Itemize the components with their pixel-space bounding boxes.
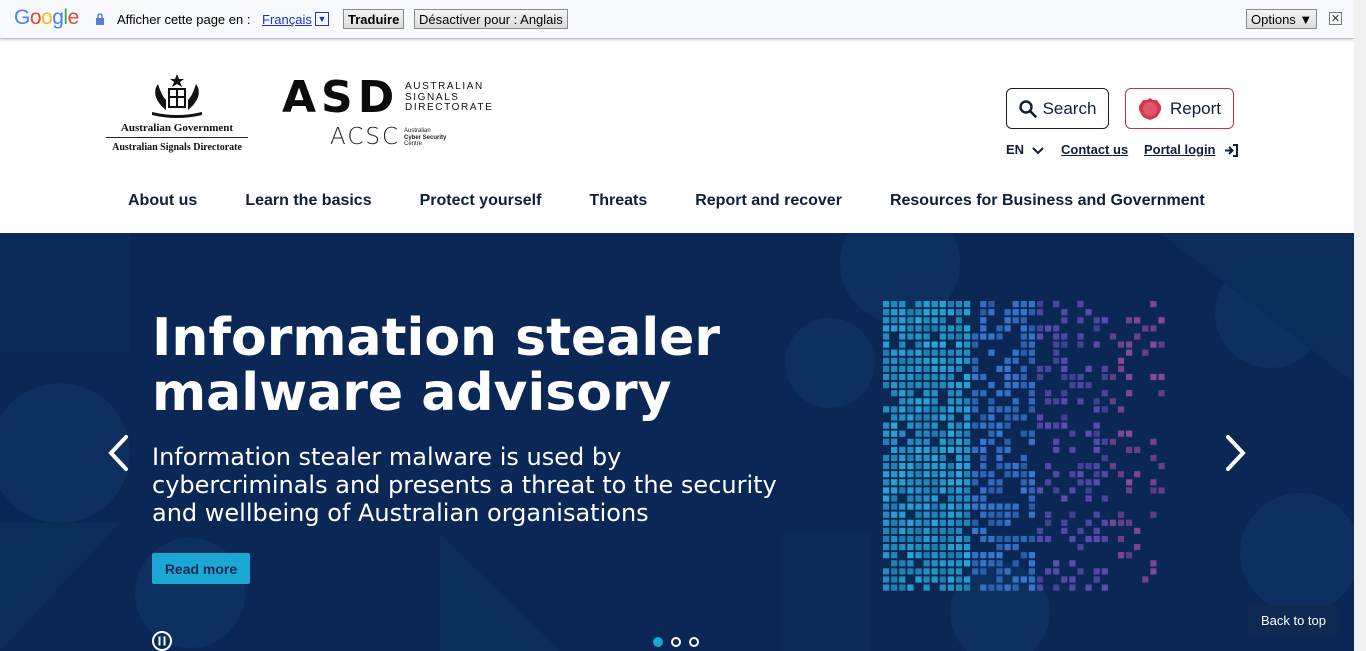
lock-icon xyxy=(96,13,104,25)
gov-divider xyxy=(106,137,248,138)
hero-background-pattern xyxy=(0,233,1354,651)
carousel-dots xyxy=(653,637,699,647)
hero-subtitle: Information stealer malware is used by c… xyxy=(152,443,777,527)
acsc-subtitle: Australian Cyber Security Centre xyxy=(404,128,447,147)
carousel-dot-1[interactable] xyxy=(653,637,663,647)
report-badge-icon xyxy=(1138,97,1161,120)
search-button[interactable]: Search xyxy=(1006,88,1109,129)
report-button[interactable]: Report xyxy=(1125,88,1234,129)
nav-item-about-us[interactable]: About us xyxy=(128,192,197,210)
chevron-right-icon[interactable] xyxy=(1224,433,1248,473)
language-dropdown-icon[interactable]: ▼ xyxy=(315,12,329,26)
acsc-logo[interactable]: ACSC xyxy=(330,124,400,150)
nav-item-protect-yourself[interactable]: Protect yourself xyxy=(420,192,542,210)
asd-logo[interactable]: ASD xyxy=(282,76,399,120)
chevron-down-icon xyxy=(1031,146,1044,154)
language-switcher[interactable]: EN xyxy=(1006,142,1044,157)
nav-item-learn-basics[interactable]: Learn the basics xyxy=(245,192,371,210)
hero-title: Information stealer malware advisory xyxy=(152,308,721,423)
pause-icon xyxy=(158,636,166,646)
google-logo: Google xyxy=(14,6,79,29)
chevron-left-icon[interactable] xyxy=(106,433,130,473)
disable-translate-button[interactable]: Désactiver pour : Anglais xyxy=(414,9,568,29)
pause-button[interactable] xyxy=(152,631,172,651)
gov-name: Australian Government xyxy=(120,122,234,134)
scrollbar[interactable] xyxy=(1354,0,1366,651)
carousel-dot-2[interactable] xyxy=(671,637,681,647)
contact-us-link[interactable]: Contact us xyxy=(1061,142,1128,157)
main-nav: About us Learn the basics Protect yourse… xyxy=(128,192,1253,210)
translate-bar: Google Afficher cette page en : Français… xyxy=(0,0,1354,39)
asd-subtitle: AUSTRALIAN SIGNALS DIRECTORATE xyxy=(405,81,494,113)
close-icon[interactable]: ✕ xyxy=(1329,12,1342,25)
translate-button[interactable]: Traduire xyxy=(343,9,405,29)
carousel-dot-3[interactable] xyxy=(689,637,699,647)
language-select[interactable]: Français xyxy=(262,12,312,27)
report-label: Report xyxy=(1169,98,1222,118)
translate-prompt: Afficher cette page en : xyxy=(117,12,251,27)
portal-login-link[interactable]: Portal login xyxy=(1144,142,1239,158)
nav-item-report-recover[interactable]: Report and recover xyxy=(695,192,842,210)
nav-item-resources[interactable]: Resources for Business and Government xyxy=(890,192,1205,210)
nav-item-threats[interactable]: Threats xyxy=(589,192,647,210)
coat-of-arms-icon xyxy=(152,74,202,118)
login-icon xyxy=(1225,144,1239,158)
search-label: Search xyxy=(1042,98,1097,118)
back-to-top-button[interactable]: Back to top xyxy=(1247,605,1340,635)
gov-department: Australian Signals Directorate xyxy=(112,142,242,153)
hero-carousel: Information stealer malware advisory Inf… xyxy=(0,233,1354,651)
read-more-button[interactable]: Read more xyxy=(152,553,250,584)
gov-logo[interactable]: Australian Government Australian Signals… xyxy=(106,72,248,156)
search-icon xyxy=(1018,99,1037,118)
options-button[interactable]: Options ▼ xyxy=(1246,9,1318,29)
